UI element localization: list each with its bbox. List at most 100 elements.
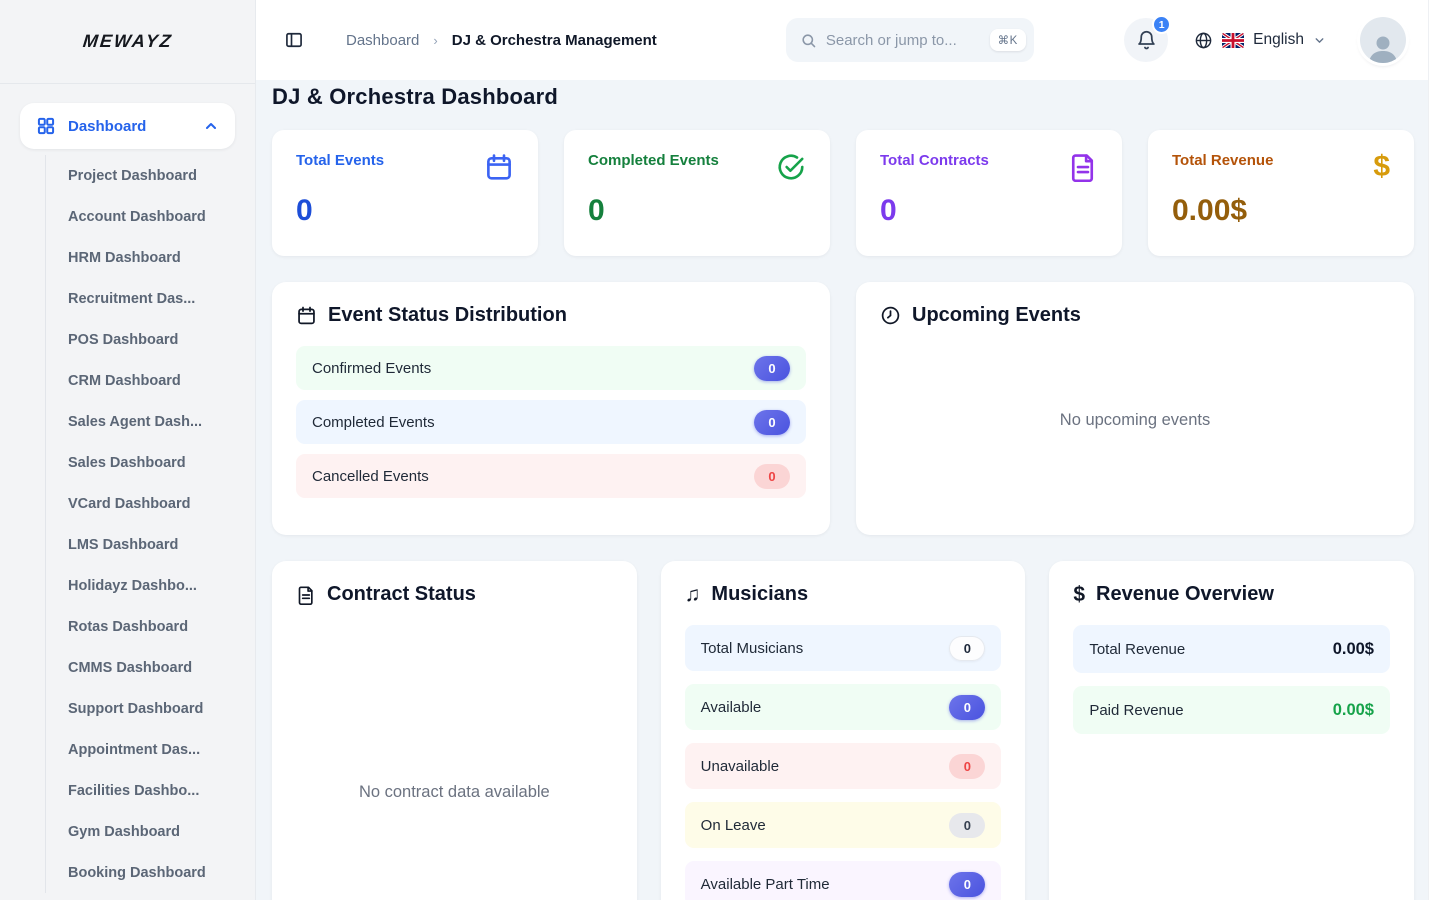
musician-row-part-time: Available Part Time 0: [685, 861, 1002, 900]
count-badge: 0: [949, 636, 985, 661]
empty-state-text: No contract data available: [359, 783, 550, 802]
upcoming-events-panel: Upcoming Events No upcoming events: [856, 282, 1414, 535]
count-badge: 0: [949, 872, 985, 897]
middle-row: Event Status Distribution Confirmed Even…: [272, 282, 1414, 535]
sidebar-item-project-dashboard[interactable]: Project Dashboard: [68, 155, 235, 196]
musician-label: On Leave: [701, 817, 766, 834]
revenue-overview-panel: $ Revenue Overview Total Revenue 0.00$ P…: [1049, 561, 1414, 900]
dollar-icon: $: [1373, 152, 1390, 182]
stat-value: 0: [588, 194, 806, 228]
empty-state-text: No upcoming events: [1060, 411, 1210, 430]
revenue-row-total: Total Revenue 0.00$: [1073, 625, 1390, 673]
sidebar-item-facilities-dashboard[interactable]: Facilities Dashbo...: [68, 770, 235, 811]
calendar-icon: [484, 152, 514, 182]
count-badge: 0: [949, 813, 985, 838]
sidebar-group-dashboard[interactable]: Dashboard: [20, 103, 235, 149]
revenue-label: Total Revenue: [1089, 641, 1185, 658]
clock-icon: [880, 305, 901, 326]
stat-card-total-revenue: Total Revenue $ 0.00$: [1148, 130, 1414, 256]
stat-value: 0.00$: [1172, 194, 1390, 228]
sidebar-item-booking-dashboard[interactable]: Booking Dashboard: [68, 852, 235, 893]
notification-count-badge: 1: [1152, 15, 1171, 34]
sidebar-item-hrm-dashboard[interactable]: HRM Dashboard: [68, 237, 235, 278]
count-badge: 0: [949, 695, 985, 720]
language-selector[interactable]: English: [1194, 31, 1326, 50]
status-label: Confirmed Events: [312, 360, 431, 377]
grid-icon: [36, 116, 56, 136]
musician-label: Available Part Time: [701, 876, 830, 893]
sidebar-item-appointment-dashboard[interactable]: Appointment Das...: [68, 729, 235, 770]
musicians-panel: ♫ Musicians Total Musicians 0 Available …: [661, 561, 1026, 900]
stat-label: Completed Events: [588, 152, 719, 169]
status-label: Cancelled Events: [312, 468, 429, 485]
sidebar-item-crm-dashboard[interactable]: CRM Dashboard: [68, 360, 235, 401]
uk-flag-icon: [1222, 33, 1244, 48]
sidebar-group-label: Dashboard: [68, 118, 203, 135]
breadcrumb-separator-icon: ›: [433, 33, 437, 48]
sidebar-item-account-dashboard[interactable]: Account Dashboard: [68, 196, 235, 237]
music-note-icon: ♫: [685, 584, 701, 605]
stat-label: Total Contracts: [880, 152, 989, 169]
musician-label: Available: [701, 699, 762, 716]
language-label: English: [1253, 31, 1304, 49]
stat-card-total-events: Total Events 0: [272, 130, 538, 256]
panel-title: Revenue Overview: [1096, 583, 1274, 606]
panel-title: Event Status Distribution: [328, 304, 567, 327]
musician-row-on-leave: On Leave 0: [685, 802, 1002, 848]
check-circle-icon: [776, 152, 806, 182]
count-badge: 0: [754, 410, 790, 435]
musician-row-total: Total Musicians 0: [685, 625, 1002, 671]
breadcrumb-current: DJ & Orchestra Management: [452, 32, 657, 49]
sidebar-item-sales-dashboard[interactable]: Sales Dashboard: [68, 442, 235, 483]
sidebar-item-vcard-dashboard[interactable]: VCard Dashboard: [68, 483, 235, 524]
notifications-button[interactable]: 1: [1124, 18, 1168, 62]
panel-title: Musicians: [711, 583, 808, 606]
page-scrollbar[interactable]: [1428, 0, 1440, 900]
sidebar-item-cmms-dashboard[interactable]: CMMS Dashboard: [68, 647, 235, 688]
sidebar-item-sales-agent-dashboard[interactable]: Sales Agent Dash...: [68, 401, 235, 442]
chevron-down-icon: [1313, 34, 1326, 47]
sidebar-item-gym-dashboard[interactable]: Gym Dashboard: [68, 811, 235, 852]
search-shortcut-badge: ⌘K: [990, 29, 1026, 51]
status-row-cancelled: Cancelled Events 0: [296, 454, 806, 498]
stat-label: Total Revenue: [1172, 152, 1273, 169]
musician-label: Unavailable: [701, 758, 779, 775]
search-field[interactable]: [826, 32, 981, 49]
user-avatar[interactable]: [1360, 17, 1406, 63]
count-badge: 0: [754, 356, 790, 381]
sidebar-item-pos-dashboard[interactable]: POS Dashboard: [68, 319, 235, 360]
status-label: Completed Events: [312, 414, 435, 431]
count-badge: 0: [754, 464, 790, 489]
sidebar-item-holidayz-dashboard[interactable]: Holidayz Dashbo...: [68, 565, 235, 606]
calendar-icon: [296, 305, 317, 326]
bell-icon: [1136, 30, 1157, 51]
sidebar-nav: Dashboard Project Dashboard Account Dash…: [0, 84, 255, 900]
panel-title: Upcoming Events: [912, 304, 1081, 327]
contract-icon: [1068, 152, 1098, 182]
breadcrumb-root[interactable]: Dashboard: [346, 32, 419, 49]
search-input[interactable]: ⌘K: [786, 18, 1034, 62]
stats-row: Total Events 0 Completed Events: [272, 130, 1414, 256]
sidebar-item-support-dashboard[interactable]: Support Dashboard: [68, 688, 235, 729]
revenue-value: 0.00$: [1333, 701, 1374, 720]
breadcrumb: Dashboard › DJ & Orchestra Management: [284, 30, 657, 50]
sidebar-item-rotas-dashboard[interactable]: Rotas Dashboard: [68, 606, 235, 647]
musician-row-available: Available 0: [685, 684, 1002, 730]
main-column: Dashboard › DJ & Orchestra Management ⌘K: [256, 0, 1428, 900]
sidebar-item-recruitment-dashboard[interactable]: Recruitment Das...: [68, 278, 235, 319]
app-logo: MEWAYZ: [82, 31, 174, 52]
status-row-completed: Completed Events 0: [296, 400, 806, 444]
page-title: DJ & Orchestra Dashboard: [272, 84, 1414, 110]
globe-icon: [1194, 31, 1213, 50]
status-row-confirmed: Confirmed Events 0: [296, 346, 806, 390]
bottom-row: Contract Status No contract data availab…: [272, 561, 1414, 900]
sidebar-toggle-icon[interactable]: [284, 30, 304, 50]
search-icon: [800, 32, 817, 49]
sidebar-item-lms-dashboard[interactable]: LMS Dashboard: [68, 524, 235, 565]
panel-title: Contract Status: [327, 583, 476, 606]
chevron-up-icon: [203, 118, 219, 134]
musician-row-unavailable: Unavailable 0: [685, 743, 1002, 789]
page-content: DJ & Orchestra Dashboard Total Events 0 …: [256, 80, 1428, 900]
stat-value: 0: [296, 194, 514, 228]
sidebar-sublist: Project Dashboard Account Dashboard HRM …: [45, 155, 235, 893]
